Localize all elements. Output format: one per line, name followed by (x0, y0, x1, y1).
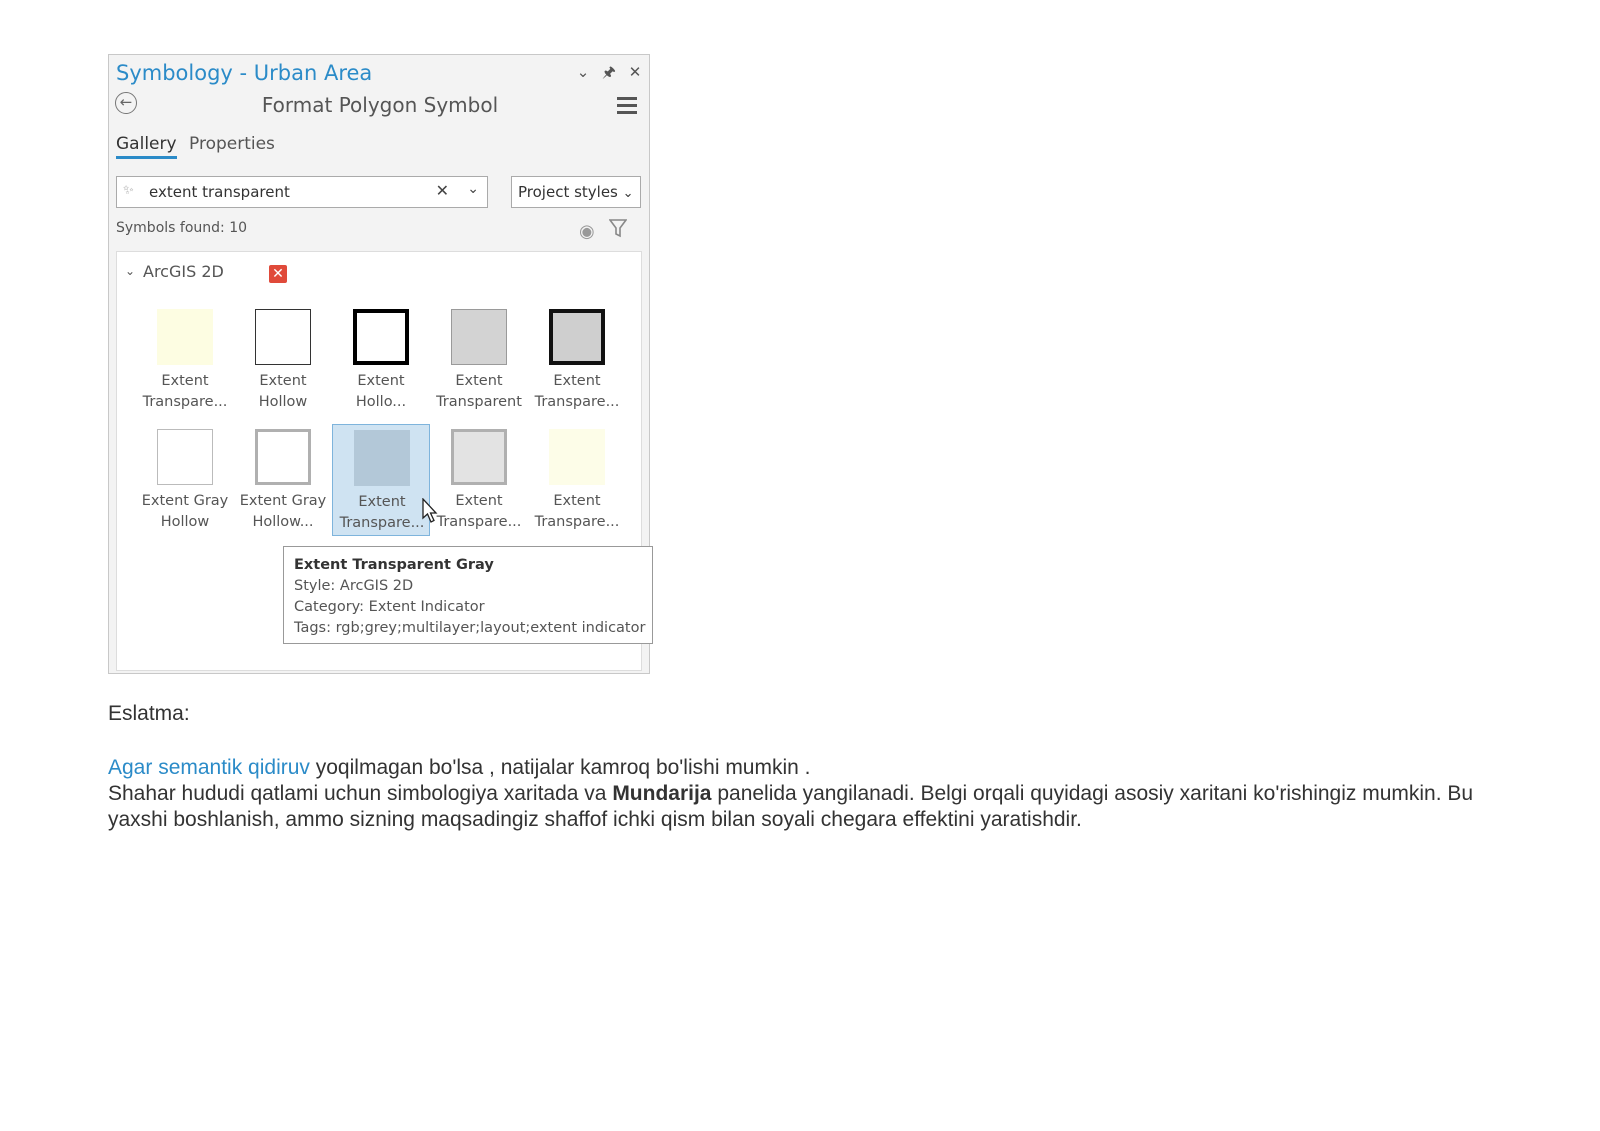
symbol-item[interactable]: Extent Transpare... (136, 304, 234, 416)
pane-window-controls: ⌄ 🖈︎ ✕ (575, 63, 643, 81)
styles-dropdown[interactable]: Project styles ⌄ (511, 176, 641, 208)
symbol-label-line2: Hollow... (252, 514, 314, 530)
clear-icon[interactable]: ✕ (436, 181, 449, 200)
symbol-label: Extent Transpare... (430, 491, 528, 533)
tab-properties[interactable]: Properties (189, 134, 275, 154)
contents-pane-name: Mundarija (612, 782, 712, 805)
symbol-item[interactable]: Extent Hollow (234, 304, 332, 416)
note-line2-text-a: Shahar hududi qatlami uchun simbologiya … (108, 782, 613, 805)
symbol-label-line2: Hollow (258, 394, 308, 410)
symbol-swatch (255, 309, 311, 365)
symbol-label-line1: Extent (259, 373, 307, 389)
symbol-item[interactable]: Extent Hollo... (332, 304, 430, 416)
note-label: Eslatma: (108, 702, 190, 725)
pane-title: Symbology - Urban Area (116, 61, 373, 85)
close-icon[interactable]: ✕ (627, 63, 643, 81)
styles-dropdown-label: Project styles (518, 183, 618, 201)
remove-group-icon[interactable]: ✕ (269, 265, 287, 283)
filter-icon[interactable] (609, 218, 627, 238)
tooltip-title: Extent Transparent Gray (294, 557, 494, 573)
tooltip-category: Category: Extent Indicator (294, 599, 485, 615)
symbol-label: Extent Hollow (234, 371, 332, 413)
symbol-label: Extent Transpare... (136, 371, 234, 413)
semantic-search-icon: ✨︎ (123, 183, 134, 198)
symbol-label-line2: Transpare... (339, 515, 425, 531)
tab-gallery[interactable]: Gallery (116, 134, 177, 159)
semantic-toggle-icon[interactable]: ◉ (579, 221, 595, 242)
chevron-down-icon[interactable]: ⌄ (575, 63, 591, 81)
tooltip-style: Style: ArcGIS 2D (294, 578, 414, 594)
symbols-found-count: Symbols found: 10 (116, 220, 248, 236)
chevron-down-icon[interactable]: ⌄ (125, 264, 135, 278)
chevron-down-icon: ⌄ (622, 186, 634, 201)
symbol-label-line1: Extent (161, 373, 209, 389)
symbol-search-box[interactable]: ✨︎ ✕ ⌄ (116, 176, 488, 208)
symbol-label-line1: Extent (455, 493, 503, 509)
symbol-label-line2: Hollow (160, 514, 210, 530)
symbol-label-line2: Transpare... (534, 394, 620, 410)
symbol-item[interactable]: Extent Transpare... (332, 424, 430, 536)
symbol-tooltip: Extent Transparent Gray Style: ArcGIS 2D… (283, 546, 653, 644)
symbol-item[interactable]: Extent Transpare... (528, 424, 626, 536)
symbol-item[interactable]: Extent Transpare... (528, 304, 626, 416)
semantic-search-link[interactable]: Agar semantik qidiruv (108, 756, 310, 779)
symbol-swatch (451, 429, 507, 485)
symbol-label-line2: Transpare... (436, 514, 522, 530)
tooltip-tags: Tags: rgb;grey;multilayer;layout;extent … (294, 620, 646, 636)
symbol-swatch (549, 429, 605, 485)
symbol-label-line1: Extent Gray (239, 493, 327, 509)
symbol-swatch (157, 309, 213, 365)
chevron-down-icon[interactable]: ⌄ (467, 181, 479, 197)
menu-icon[interactable] (617, 97, 637, 118)
symbol-swatch (451, 309, 507, 365)
format-header-title: Format Polygon Symbol (261, 93, 499, 117)
symbol-swatch (255, 429, 311, 485)
symbol-label: Extent Transpare... (528, 371, 626, 413)
search-input[interactable] (147, 182, 421, 202)
symbol-label: Extent Transparent (430, 371, 528, 413)
symbol-label-line2: Transpare... (534, 514, 620, 530)
symbol-item[interactable]: Extent Transparent (430, 304, 528, 416)
symbol-label-line2: Transparent (436, 394, 522, 410)
symbol-label-line1: Extent (553, 493, 601, 509)
symbol-item[interactable]: Extent Gray Hollow... (234, 424, 332, 536)
symbol-label-line1: Extent (553, 373, 601, 389)
pin-icon[interactable]: 🖈︎ (601, 63, 617, 81)
symbol-label-line1: Extent Gray (141, 493, 229, 509)
symbol-label: Extent Gray Hollow... (234, 491, 332, 533)
symbol-swatch (549, 309, 605, 365)
symbol-label-line1: Extent (358, 494, 406, 510)
symbol-label-line1: Extent (357, 373, 405, 389)
note-line1-text: yoqilmagan bo'lsa , natijalar kamroq bo'… (309, 756, 811, 779)
note-paragraph: Agar semantik qidiruv yoqilmagan bo'lsa … (108, 755, 1488, 833)
symbol-label-line2: Transpare... (142, 394, 228, 410)
symbol-label: Extent Hollo... (332, 371, 430, 413)
symbol-swatch (353, 309, 409, 365)
symbol-label-line1: Extent (455, 373, 503, 389)
symbol-label: Extent Transpare... (528, 491, 626, 533)
group-label-arcgis-2d[interactable]: ArcGIS 2D (143, 262, 224, 281)
symbol-label-line2: Hollo... (355, 394, 407, 410)
symbol-swatch (354, 430, 410, 486)
symbol-swatch (157, 429, 213, 485)
symbol-label: Extent Gray Hollow (136, 491, 234, 533)
symbol-item[interactable]: Extent Gray Hollow (136, 424, 234, 536)
mouse-cursor-icon (422, 498, 438, 523)
symbol-label: Extent Transpare... (333, 492, 431, 534)
symbol-item[interactable]: Extent Transpare... (430, 424, 528, 536)
